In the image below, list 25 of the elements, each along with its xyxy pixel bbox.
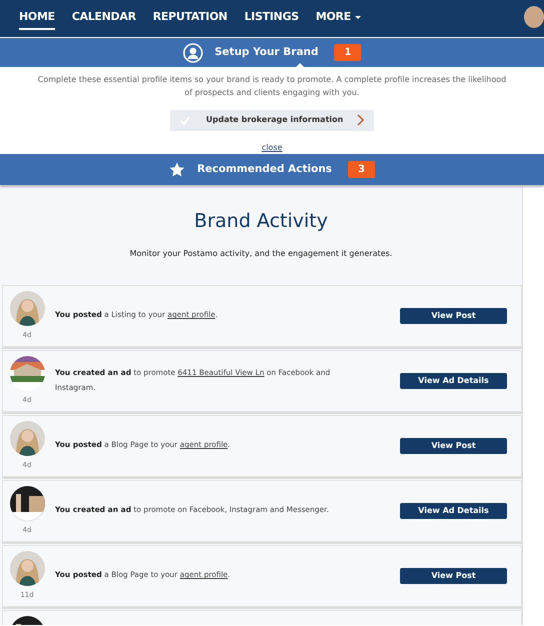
nav-tab[interactable]: LISTINGS <box>244 7 299 30</box>
bar-title: Recommended Actions <box>197 162 332 177</box>
intro-text: Complete these essential profile items so your brand is ready to promote. A complete profile increases the likelihood of prospects and clients engaging with you. <box>37 74 507 100</box>
nav-tab[interactable]: REPUTATION <box>152 7 228 30</box>
count-badge: 1 <box>334 44 362 61</box>
action-button[interactable]: View Post <box>400 568 507 584</box>
nav-tab[interactable]: HOME <box>19 7 55 30</box>
more-menu[interactable]: MORE <box>316 7 361 30</box>
chevron-right-icon <box>357 114 364 126</box>
bar-title: Setup Your Brand <box>214 44 318 60</box>
user-icon <box>182 42 203 62</box>
nav-tab[interactable]: CALENDAR <box>72 7 136 30</box>
action-button[interactable]: View Post <box>400 438 507 454</box>
section-subtitle: Monitor your Postamo activity, and the engagement it generates. <box>128 248 394 260</box>
section-title: Brand Activity <box>193 209 329 234</box>
action-button[interactable]: View Ad Details <box>400 372 507 388</box>
task-button[interactable]: Update brokerage information <box>170 110 374 131</box>
star-icon <box>169 162 186 177</box>
count-badge: 3 <box>348 161 375 178</box>
recommended-actions-bar[interactable]: Recommended Actions 3 <box>0 154 544 185</box>
close-link[interactable]: close <box>262 142 282 152</box>
action-button[interactable]: View Ad Details <box>400 502 507 518</box>
action-button[interactable]: View Post <box>400 308 507 324</box>
user-avatar[interactable] <box>524 6 544 28</box>
setup-brand-bar[interactable]: Setup Your Brand 1 <box>0 38 544 67</box>
